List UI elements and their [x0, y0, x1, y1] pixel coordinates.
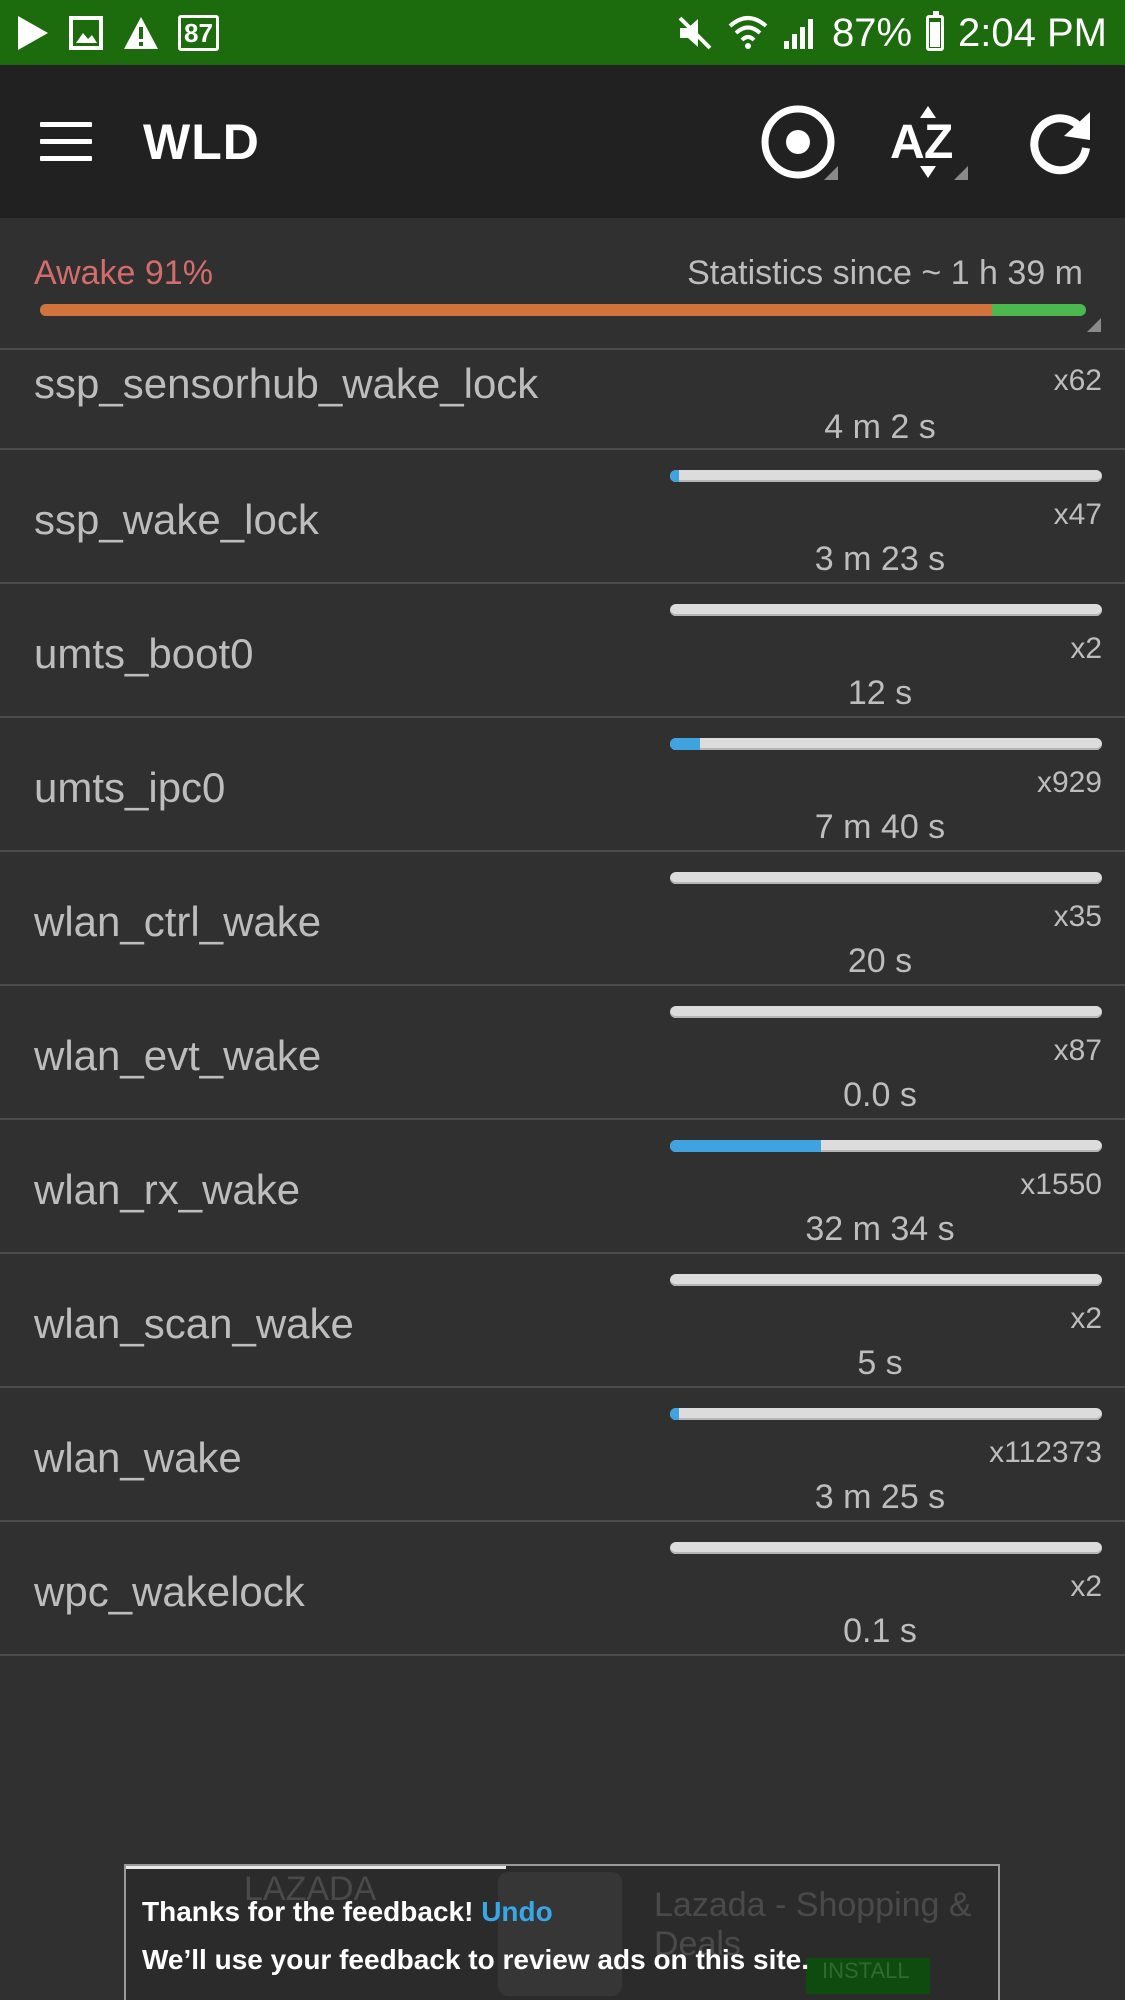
status-time: 2:04 PM — [958, 10, 1107, 55]
wakelock-name: wlan_wake — [34, 1434, 242, 1481]
warning-icon — [124, 17, 158, 49]
wakelock-count: x2 — [1070, 1302, 1102, 1335]
overflow-corner-icon — [824, 166, 838, 180]
wakelock-duration: 20 s — [847, 942, 913, 980]
wakelock-duration: 3 m 25 s — [814, 1478, 946, 1516]
wakelock-count: x2 — [1070, 632, 1102, 665]
wakelock-duration: 7 m 40 s — [814, 808, 946, 846]
ad-banner[interactable]: LAZADA Lazada - Shopping & Deals INSTALL… — [124, 1864, 1000, 2000]
ad-install-button[interactable]: INSTALL — [806, 1958, 930, 1994]
snackbar-title: Thanks for the feedback! Undo — [142, 1896, 553, 1927]
wifi-icon — [728, 16, 768, 49]
wakelock-name: wpc_wakelock — [34, 1568, 305, 1615]
app-title: WLD — [143, 114, 260, 170]
wakelock-row[interactable]: wlan_evt_wake x87 0.0 s — [0, 984, 1125, 1118]
snackbar-message: We’ll use your feedback to review ads on… — [142, 1944, 810, 1975]
wakelock-count: x47 — [1053, 498, 1102, 531]
overflow-corner-icon — [1087, 318, 1101, 332]
wakelock-duration: 32 m 34 s — [805, 1210, 955, 1248]
svg-text:Z: Z — [924, 116, 953, 169]
signal-icon — [783, 19, 813, 49]
wakelock-usage-bar — [670, 1274, 1102, 1286]
wakelock-name: wlan_scan_wake — [34, 1300, 354, 1347]
battery-percent: 87% — [831, 10, 913, 55]
wakelock-count: x1550 — [1020, 1168, 1102, 1201]
wakelock-usage-bar — [670, 1140, 1102, 1152]
awake-progress-bar — [40, 304, 1086, 316]
wakelock-name: wlan_evt_wake — [34, 1032, 322, 1079]
awake-progress-fill — [40, 304, 992, 316]
wakelock-usage-fill — [670, 1408, 679, 1420]
wakelock-count: x35 — [1053, 900, 1102, 933]
wakelock-count: x87 — [1053, 1034, 1102, 1067]
refresh-icon — [1030, 112, 1090, 175]
wakelock-duration: 5 s — [857, 1344, 903, 1382]
wakelock-usage-fill — [670, 738, 701, 750]
wakelock-row[interactable]: ssp_sensorhub_wake_lock x62 4 m 2 s — [0, 350, 1125, 448]
notification-badge: 87 — [178, 15, 219, 51]
image-icon — [69, 16, 103, 50]
wakelock-row[interactable]: wlan_ctrl_wake x35 20 s — [0, 850, 1125, 984]
wakelock-usage-bar — [670, 1542, 1102, 1554]
wakelock-count: x2 — [1070, 1570, 1102, 1603]
wakelock-usage-fill — [670, 470, 679, 482]
sort-button[interactable]: A Z — [886, 100, 970, 184]
wakelock-row[interactable]: wlan_scan_wake x2 5 s — [0, 1252, 1125, 1386]
wakelock-name: ssp_sensorhub_wake_lock — [34, 360, 539, 407]
wakelock-count: x112373 — [989, 1436, 1102, 1469]
record-button[interactable] — [756, 100, 840, 184]
play-icon — [18, 16, 48, 50]
wakelock-row[interactable]: wpc_wakelock x2 0.1 s — [0, 1520, 1125, 1654]
wakelock-usage-bar — [670, 1408, 1102, 1420]
awake-summary: Awake 91% Statistics since ~ 1 h 39 m — [0, 218, 1125, 350]
wakelock-name: wlan_ctrl_wake — [34, 898, 322, 945]
svg-text:A: A — [890, 116, 925, 169]
wakelock-duration: 12 s — [847, 674, 913, 712]
wakelock-row[interactable]: ssp_wake_lock x47 3 m 23 s — [0, 448, 1125, 582]
wakelock-name: umts_boot0 — [34, 630, 254, 677]
status-bar: 87 87% 2:04 PM — [0, 0, 1125, 65]
undo-button[interactable]: Undo — [481, 1896, 553, 1927]
wakelock-usage-bar — [670, 470, 1102, 482]
ad-progress-line — [126, 1866, 506, 1869]
wakelock-usage-bar — [670, 1006, 1102, 1018]
wakelock-usage-bar — [670, 872, 1102, 884]
wakelock-row[interactable]: umts_boot0 x2 12 s — [0, 582, 1125, 716]
divider — [0, 1654, 1125, 1656]
menu-icon[interactable] — [40, 122, 92, 162]
wakelock-usage-bar — [670, 738, 1102, 750]
refresh-button[interactable] — [1018, 100, 1102, 184]
wakelock-row[interactable]: umts_ipc0 x929 7 m 40 s — [0, 716, 1125, 850]
wakelock-count: x929 — [1036, 766, 1102, 799]
wakelock-duration: 4 m 2 s — [824, 408, 936, 446]
mute-icon — [678, 16, 712, 50]
app-toolbar: WLD A Z — [0, 65, 1125, 218]
wakelock-row[interactable]: wlan_wake x112373 3 m 25 s — [0, 1386, 1125, 1520]
statistics-since: Statistics since ~ 1 h 39 m — [687, 254, 1083, 292]
wakelock-usage-bar — [670, 604, 1102, 616]
wakelock-name: ssp_wake_lock — [34, 496, 319, 543]
battery-icon — [926, 11, 945, 51]
wakelock-usage-fill — [670, 1140, 822, 1152]
overflow-corner-icon — [954, 166, 968, 180]
wakelock-row[interactable]: wlan_rx_wake x1550 32 m 34 s — [0, 1118, 1125, 1252]
wakelock-duration: 0.1 s — [843, 1612, 917, 1650]
ad-thumbnail — [498, 1872, 622, 1996]
awake-percentage: Awake 91% — [34, 254, 213, 292]
wakelock-duration: 3 m 23 s — [814, 540, 946, 578]
wakelock-count: x62 — [1053, 364, 1102, 397]
wakelock-duration: 0.0 s — [843, 1076, 917, 1114]
wakelock-name: wlan_rx_wake — [34, 1166, 301, 1213]
wakelock-name: umts_ipc0 — [34, 764, 226, 811]
